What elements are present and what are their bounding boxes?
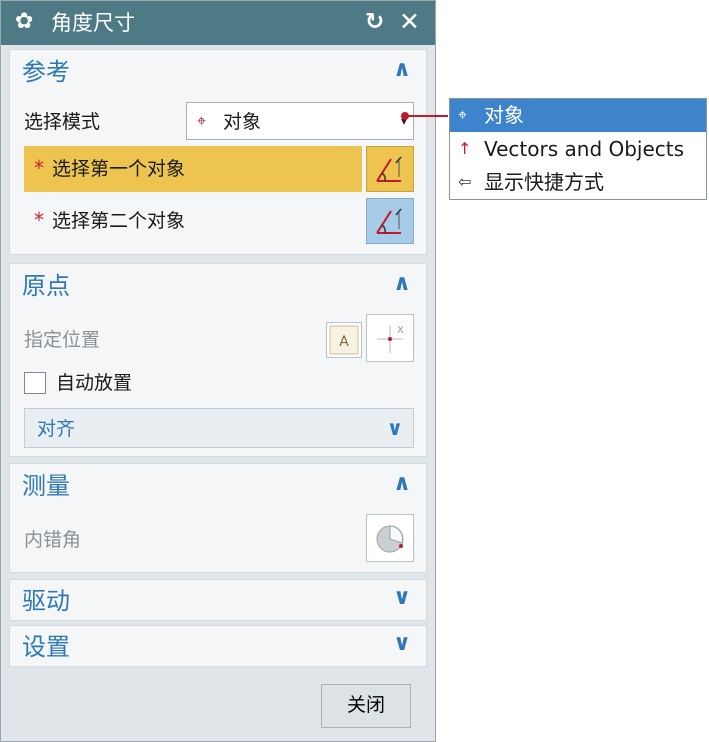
group-reference-header[interactable]: 参考 ∧ <box>10 50 426 92</box>
group-measure: 测量 ∧ 内错角 <box>9 463 427 573</box>
group-origin-header[interactable]: 原点 ∧ <box>10 264 426 306</box>
group-drive-header[interactable]: 驱动 ∨ <box>10 580 426 622</box>
chevron-down-icon: ∨ <box>386 416 403 440</box>
gear-icon[interactable]: ✿ <box>15 9 33 35</box>
group-title: 测量 <box>22 472 70 500</box>
crosshair-icon: ⌖ <box>458 105 468 124</box>
point-dialog-button[interactable]: X <box>366 314 414 362</box>
group-settings-header[interactable]: 设置 ∨ <box>10 626 426 668</box>
angular-dimension-dialog: ✿ 角度尺寸 ↻ ✕ 参考 ∧ 选择模式 ⌖ 对象 ▾ * 选择第一个对象 * … <box>0 0 436 742</box>
select-mode-dropdown[interactable]: ⌖ 对象 ▾ <box>186 102 414 140</box>
popup-item-object[interactable]: ⌖ 对象 <box>450 99 706 132</box>
specify-location-label: 指定位置 <box>24 329 101 351</box>
align-label: 对齐 <box>37 418 76 440</box>
svg-text:A: A <box>339 334 349 350</box>
expand-icon[interactable]: ∨ <box>388 632 416 656</box>
angle-icon <box>376 208 402 234</box>
shortcut-arrow-icon: ⇦ <box>458 172 472 191</box>
auto-place-checkbox[interactable] <box>24 372 46 394</box>
angle-select-button-2[interactable] <box>366 198 414 244</box>
popup-item-label: 对象 <box>484 103 524 127</box>
collapse-icon[interactable]: ∧ <box>388 272 416 296</box>
vector-arrow-icon: ↑ <box>458 139 472 158</box>
group-measure-header[interactable]: 测量 ∧ <box>10 464 426 506</box>
required-icon: * <box>34 208 44 232</box>
group-reference: 参考 ∧ 选择模式 ⌖ 对象 ▾ * 选择第一个对象 * 选择第二个对象 <box>9 49 427 255</box>
select-mode-label: 选择模式 <box>24 111 101 133</box>
group-title: 参考 <box>22 58 70 86</box>
inner-angle-button[interactable] <box>366 514 414 562</box>
dialog-titlebar: ✿ 角度尺寸 ↻ ✕ <box>1 1 435 45</box>
select-second-object-label: 选择第二个对象 <box>52 210 186 232</box>
point-icon: X <box>377 325 404 353</box>
angle-icon <box>376 156 402 182</box>
text-anchor-icon: A <box>329 325 359 355</box>
group-title: 设置 <box>22 633 70 661</box>
group-drive[interactable]: 驱动 ∨ <box>9 579 427 621</box>
align-dropdown[interactable]: 对齐 ∨ <box>24 408 414 448</box>
origin-tool-button[interactable]: A <box>326 322 362 358</box>
callout-dot <box>401 112 409 120</box>
popup-item-label: Vectors and Objects <box>484 137 685 161</box>
angle-measure-icon <box>376 525 404 553</box>
close-icon[interactable]: ✕ <box>399 8 420 36</box>
required-icon: * <box>34 156 44 180</box>
collapse-icon[interactable]: ∧ <box>388 58 416 82</box>
popup-item-label: 显示快捷方式 <box>484 170 604 194</box>
inner-angle-label: 内错角 <box>24 529 82 551</box>
auto-place-label: 自动放置 <box>56 372 133 394</box>
expand-icon[interactable]: ∨ <box>388 586 416 610</box>
angle-select-button-1[interactable] <box>366 146 414 192</box>
crosshair-icon: ⌖ <box>197 111 207 130</box>
select-mode-popup: ⌖ 对象 ↑ Vectors and Objects ⇦ 显示快捷方式 <box>449 98 707 200</box>
group-origin: 原点 ∧ 指定位置 A X 自动放置 对齐 ∨ <box>9 263 427 457</box>
callout-line <box>404 115 448 117</box>
select-first-object-label: 选择第一个对象 <box>52 158 186 180</box>
group-title: 驱动 <box>22 587 70 615</box>
svg-text:X: X <box>397 325 404 336</box>
popup-item-shortcuts[interactable]: ⇦ 显示快捷方式 <box>450 166 706 199</box>
select-second-object-row[interactable]: * 选择第二个对象 <box>24 198 362 244</box>
collapse-icon[interactable]: ∧ <box>388 472 416 496</box>
select-first-object-row[interactable]: * 选择第一个对象 <box>24 146 362 192</box>
select-mode-value: 对象 <box>223 111 262 133</box>
dialog-title: 角度尺寸 <box>51 11 135 35</box>
reset-icon[interactable]: ↻ <box>365 9 384 35</box>
group-title: 原点 <box>22 272 70 300</box>
group-settings[interactable]: 设置 ∨ <box>9 625 427 667</box>
close-button[interactable]: 关闭 <box>321 684 411 728</box>
popup-item-vectors[interactable]: ↑ Vectors and Objects <box>450 133 706 166</box>
